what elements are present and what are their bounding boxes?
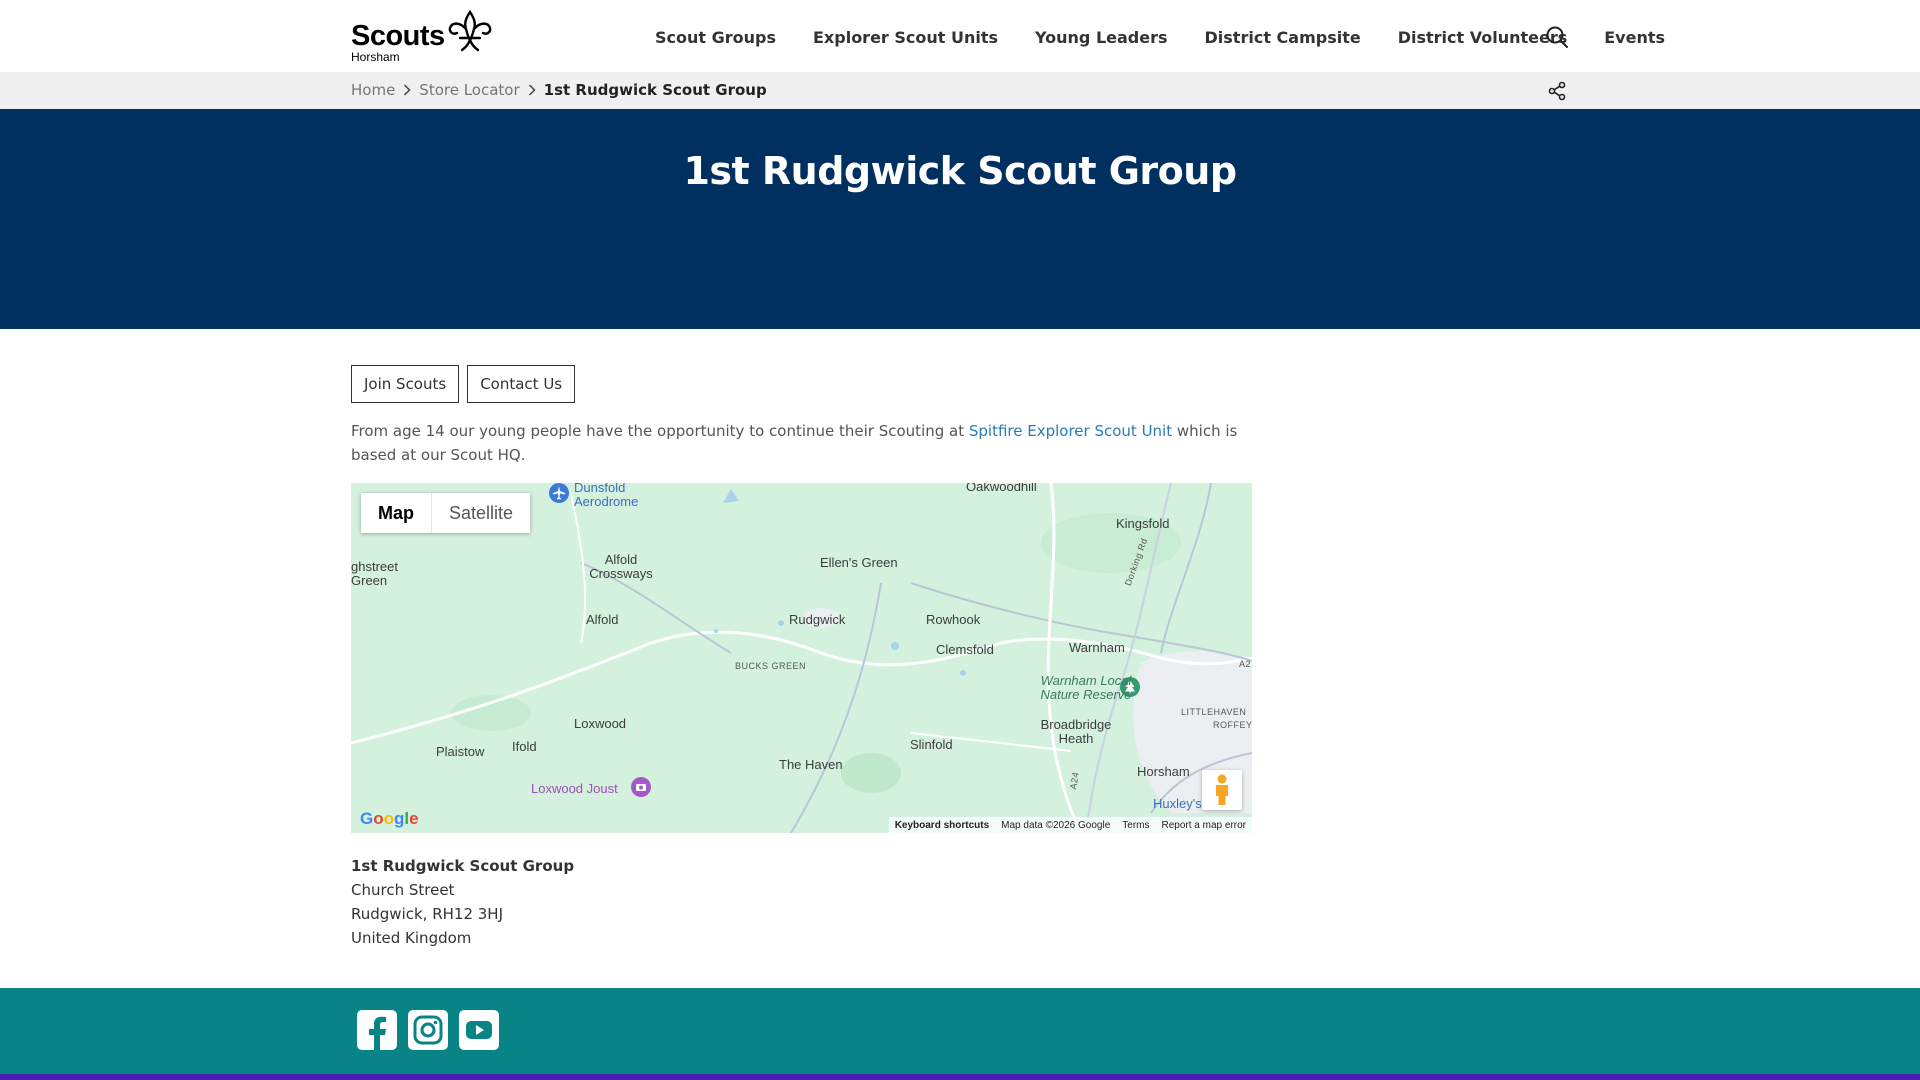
youtube-icon[interactable] — [458, 1009, 500, 1051]
airport-pin-icon[interactable] — [549, 483, 569, 503]
nav-district-volunteers[interactable]: District Volunteers — [1398, 28, 1568, 47]
nav-district-campsite[interactable]: District Campsite — [1205, 28, 1361, 47]
map-label-kingsfold: Kingsfold — [1116, 516, 1170, 531]
report-map-error-link[interactable]: Report a map error — [1156, 820, 1252, 831]
map-label-horsham: Horsham — [1137, 764, 1190, 779]
map-label-the-haven: The Haven — [779, 757, 843, 772]
site-header: Scouts Horsham Scout Groups Explorer Sco… — [0, 0, 1920, 72]
map-type-map-button[interactable]: Map — [361, 493, 432, 533]
contact-us-button[interactable]: Contact Us — [467, 365, 576, 403]
breadcrumb-bar: Home Store Locator 1st Rudgwick Scout Gr… — [0, 72, 1920, 109]
map-label-huxleys: Huxley's — [1153, 796, 1202, 811]
intro-before: From age 14 our young people have the op… — [351, 422, 969, 440]
hero-banner: 1st Rudgwick Scout Group — [0, 109, 1920, 329]
breadcrumb: Home Store Locator 1st Rudgwick Scout Gr… — [351, 81, 767, 99]
map-label-ifold: Ifold — [512, 739, 537, 754]
map-data-credit: Map data ©2026 Google — [1001, 819, 1111, 831]
breadcrumb-current: 1st Rudgwick Scout Group — [543, 81, 767, 99]
facebook-icon[interactable] — [356, 1009, 398, 1051]
site-footer — [0, 988, 1920, 1080]
map-type-control: Map Satellite — [361, 493, 531, 533]
join-scouts-button[interactable]: Join Scouts — [351, 365, 460, 403]
map-label-roffey: ROFFEY — [1213, 720, 1252, 730]
chevron-right-icon — [528, 84, 536, 96]
address-country: United Kingdom — [351, 929, 472, 947]
map-label-loxwood-joust: Loxwood Joust — [531, 781, 618, 796]
map-label-alfold-crossways: Alfold Crossways — [589, 552, 653, 581]
map-label-a24: A24 — [1067, 771, 1081, 791]
scouts-logo[interactable]: Scouts Horsham — [351, 10, 496, 64]
share-icon[interactable] — [1547, 81, 1567, 101]
attraction-pin-icon[interactable] — [631, 777, 651, 797]
keyboard-shortcuts-link[interactable]: Keyboard shortcuts — [889, 820, 995, 831]
pegman-icon — [1216, 774, 1228, 805]
map-label-loxwood: Loxwood — [574, 716, 627, 731]
map-label-warnham-nature-reserve: Warnham Local Nature Reserve — [1040, 673, 1132, 702]
map-base-layer — [351, 483, 1252, 833]
map-label-alfold: Alfold — [586, 612, 619, 627]
map-label-broadbridge-heath: Broadbridge Heath — [1040, 717, 1112, 746]
page-title: 1st Rudgwick Scout Group — [683, 149, 1237, 193]
map-label-plaistow: Plaistow — [436, 744, 485, 759]
nav-explorer-scout-units[interactable]: Explorer Scout Units — [813, 28, 998, 47]
breadcrumb-store-locator[interactable]: Store Locator — [419, 81, 519, 99]
instagram-icon[interactable] — [407, 1009, 449, 1051]
map-label-slinfold: Slinfold — [910, 737, 953, 752]
map-type-satellite-button[interactable]: Satellite — [432, 493, 530, 533]
map-label-clemsfold: Clemsfold — [936, 642, 994, 657]
map-label-highstreet: ghstreet Green — [351, 559, 398, 588]
nav-young-leaders[interactable]: Young Leaders — [1035, 28, 1167, 47]
street-view-pegman[interactable] — [1202, 770, 1242, 810]
fleur-de-lis-icon — [448, 10, 492, 52]
nav-scout-groups[interactable]: Scout Groups — [655, 28, 776, 47]
map-label-warnham: Warnham — [1069, 640, 1125, 655]
map-label-a2: A2 — [1239, 659, 1252, 669]
nav-events[interactable]: Events — [1604, 28, 1665, 47]
intro-text: From age 14 our young people have the op… — [351, 419, 1253, 467]
address-block: 1st Rudgwick Scout Group Church Street R… — [351, 854, 574, 950]
social-links — [356, 1009, 509, 1051]
google-map[interactable]: Map Satellite Dunsfold Aerodrome Oakwood… — [351, 483, 1252, 833]
map-label-oakwoodhill: Oakwoodhill — [966, 483, 1037, 494]
map-label-bucks-green: BUCKS GREEN — [735, 661, 807, 671]
logo-wordmark: Scouts — [351, 20, 445, 52]
map-label-littlehaven: LITTLEHAVEN — [1181, 707, 1247, 717]
address-street: Church Street — [351, 881, 455, 899]
google-logo[interactable]: Google — [360, 809, 419, 829]
breadcrumb-home[interactable]: Home — [351, 81, 395, 99]
chevron-right-icon — [404, 84, 411, 96]
footer-bottom-bar — [0, 1074, 1920, 1080]
action-buttons: Join Scouts Contact Us — [351, 365, 583, 403]
address-name: 1st Rudgwick Scout Group — [351, 857, 575, 875]
logo-district: Horsham — [351, 50, 400, 64]
search-icon[interactable] — [1545, 25, 1569, 49]
map-terms-link[interactable]: Terms — [1116, 820, 1155, 831]
address-town: Rudgwick, RH12 3HJ — [351, 905, 504, 923]
map-label-dunsfold: Dunsfold Aerodrome — [574, 483, 639, 509]
map-label-ellens-green: Ellen's Green — [820, 555, 898, 570]
map-label-rudgwick: Rudgwick — [789, 612, 846, 627]
explorer-unit-link[interactable]: Spitfire Explorer Scout Unit — [969, 422, 1172, 440]
map-attribution-bar: Keyboard shortcuts Map data ©2026 Google… — [888, 817, 1252, 833]
map-label-rowhook: Rowhook — [926, 612, 981, 627]
